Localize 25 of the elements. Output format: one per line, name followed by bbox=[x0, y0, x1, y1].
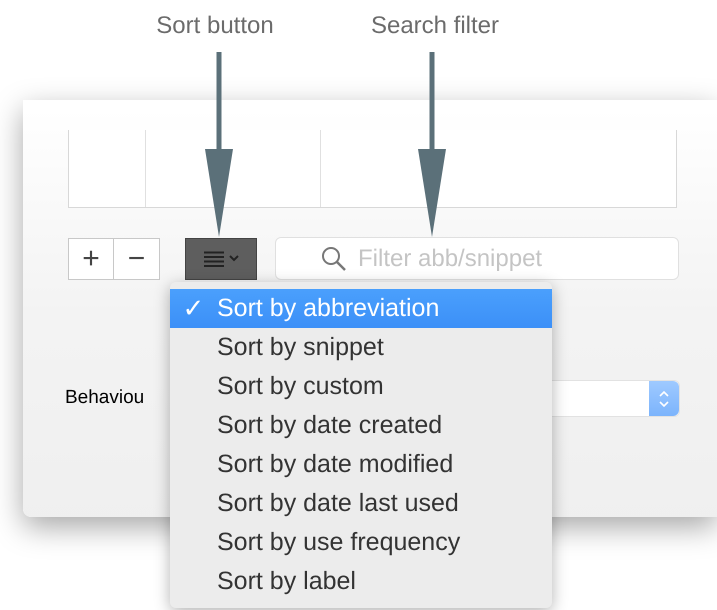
annotation-label: Search filter bbox=[370, 11, 500, 41]
menu-item-label: Sort by date created bbox=[217, 410, 442, 441]
search-field[interactable]: Filter abb/snippet bbox=[275, 237, 679, 280]
menu-item[interactable]: Sort by date created bbox=[170, 406, 552, 445]
behaviour-label: Behaviou bbox=[65, 386, 146, 410]
menu-item-label: Sort by custom bbox=[217, 370, 384, 402]
list-icon bbox=[203, 250, 225, 266]
menu-item[interactable]: Sort by date modified bbox=[170, 445, 552, 484]
menu-item-label: Sort by snippet bbox=[217, 332, 384, 363]
check-mark: ✓ bbox=[182, 292, 204, 325]
menu-item[interactable]: Sort by label bbox=[170, 562, 552, 601]
annotation-label: Sort button bbox=[156, 11, 274, 41]
menu-item-label: Sort by date modified bbox=[217, 448, 454, 480]
menu-item-label: Sort by label bbox=[217, 566, 356, 597]
search-icon bbox=[321, 246, 347, 272]
menu-item-label: Sort by use frequency bbox=[217, 526, 460, 558]
menu-item[interactable]: Sort by date last used bbox=[170, 484, 552, 523]
stepper-icon bbox=[658, 388, 670, 408]
menu-item[interactable]: Sort by use frequency bbox=[170, 523, 552, 562]
sort-button[interactable] bbox=[185, 238, 257, 280]
menu-item-label: Sort by date last used bbox=[217, 488, 459, 519]
menu-item-label: Sort by abbreviation bbox=[217, 292, 440, 324]
menu-item[interactable]: Sort by custom bbox=[170, 367, 552, 406]
menu-item[interactable]: Sort by snippet bbox=[170, 328, 552, 367]
chevron-down-icon bbox=[229, 255, 239, 262]
